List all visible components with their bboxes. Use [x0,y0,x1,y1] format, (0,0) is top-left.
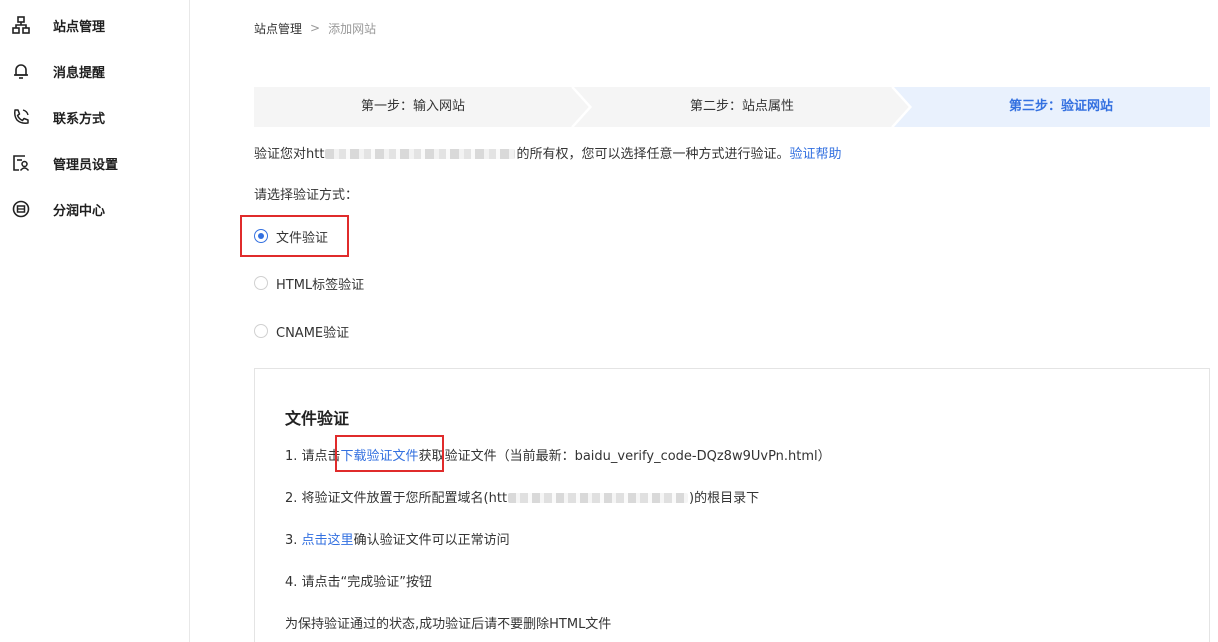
instruction-step-2: 2. 将验证文件放置于您所配置域名(htt )的根目录下 [285,489,759,509]
step-3-label: 第三步：验证网站 [1008,99,1113,114]
step-3-suffix: 确认验证文件可以正常访问 [353,533,510,548]
download-verification-file-link[interactable]: 下载验证文件 [341,449,419,464]
step-2-suffix: )的根目录下 [689,491,760,506]
sidebar-item-label: 分润中心 [53,203,106,219]
click-here-link[interactable]: 点击这里 [302,533,354,548]
radio-label: CNAME验证 [276,325,350,341]
verification-help-link[interactable]: 验证帮助 [789,147,841,162]
radio-cname-verification[interactable]: CNAME验证 [254,320,349,342]
radio-html-tag-verification[interactable]: HTML标签验证 [254,272,364,294]
radio-label: HTML标签验证 [276,277,365,293]
admin-icon [11,153,31,173]
step-2-prefix: 2. 将验证文件放置于您所配置域名(htt [285,491,508,506]
sidebar-item-contact[interactable]: 联系方式 [0,99,189,135]
sitemap-icon [11,15,31,35]
step-3-prefix: 3. [285,533,302,548]
step-1-label: 第一步：输入网站 [360,99,465,114]
sidebar-item-notifications[interactable]: 消息提醒 [0,53,189,89]
sidebar-item-label: 管理员设置 [53,157,119,173]
radio-unchecked-icon[interactable] [254,324,268,338]
intro-prefix: 验证您对htt [254,147,325,162]
radio-label: 文件验证 [276,230,329,246]
breadcrumb-separator: > [310,21,321,35]
instruction-step-3: 3. 点击这里确认验证文件可以正常访问 [285,531,510,551]
radio-checked-icon[interactable] [254,229,268,243]
phone-icon [11,107,31,127]
redacted-domain [508,492,689,503]
breadcrumb-root[interactable]: 站点管理 [254,20,302,37]
sidebar-item-site-management[interactable]: 站点管理 [0,7,189,43]
breadcrumb-current: 添加网站 [328,21,377,36]
redacted-domain [325,148,516,159]
sidebar-item-label: 消息提醒 [53,65,106,81]
sidebar: 站点管理 消息提醒 联系方式 管理员设置 分润中心 [0,0,190,642]
file-verification-panel: 文件验证 1. 请点击下载验证文件获取验证文件（当前最新：baidu_verif… [254,368,1210,642]
step-progress: 第一步：输入网站 第二步：站点属性 第三步：验证网站 [254,87,1210,127]
method-title: 请选择验证方式： [254,188,359,203]
panel-title: 文件验证 [285,409,350,428]
verification-note: 为保持验证通过的状态,成功验证后请不要删除HTML文件 [285,617,612,632]
radio-file-verification[interactable]: 文件验证 [254,225,328,247]
sidebar-item-label: 站点管理 [53,19,106,35]
step-1-suffix: 获取验证文件（当前最新：baidu_verify_code-DQz8w9UvPn… [418,449,831,464]
bell-icon [11,61,31,81]
step-2-label: 第二步：站点属性 [689,99,794,114]
sidebar-item-label: 联系方式 [53,111,106,127]
radio-unchecked-icon[interactable] [254,276,268,290]
sidebar-item-profit-center[interactable]: 分润中心 [0,191,189,227]
breadcrumb: 站点管理 > 添加网站 [254,20,376,36]
sidebar-item-admin-settings[interactable]: 管理员设置 [0,145,189,181]
instruction-step-4: 4. 请点击“完成验证”按钮 [285,575,433,590]
intro-suffix: 的所有权，您可以选择任意一种方式进行验证。 [516,147,790,162]
verification-intro: 验证您对htt 的所有权，您可以选择任意一种方式进行验证。验证帮助 [254,145,841,165]
profit-icon [11,199,31,219]
instruction-step-1: 1. 请点击下载验证文件获取验证文件（当前最新：baidu_verify_cod… [285,447,831,467]
step-1-prefix: 1. 请点击 [285,449,341,464]
